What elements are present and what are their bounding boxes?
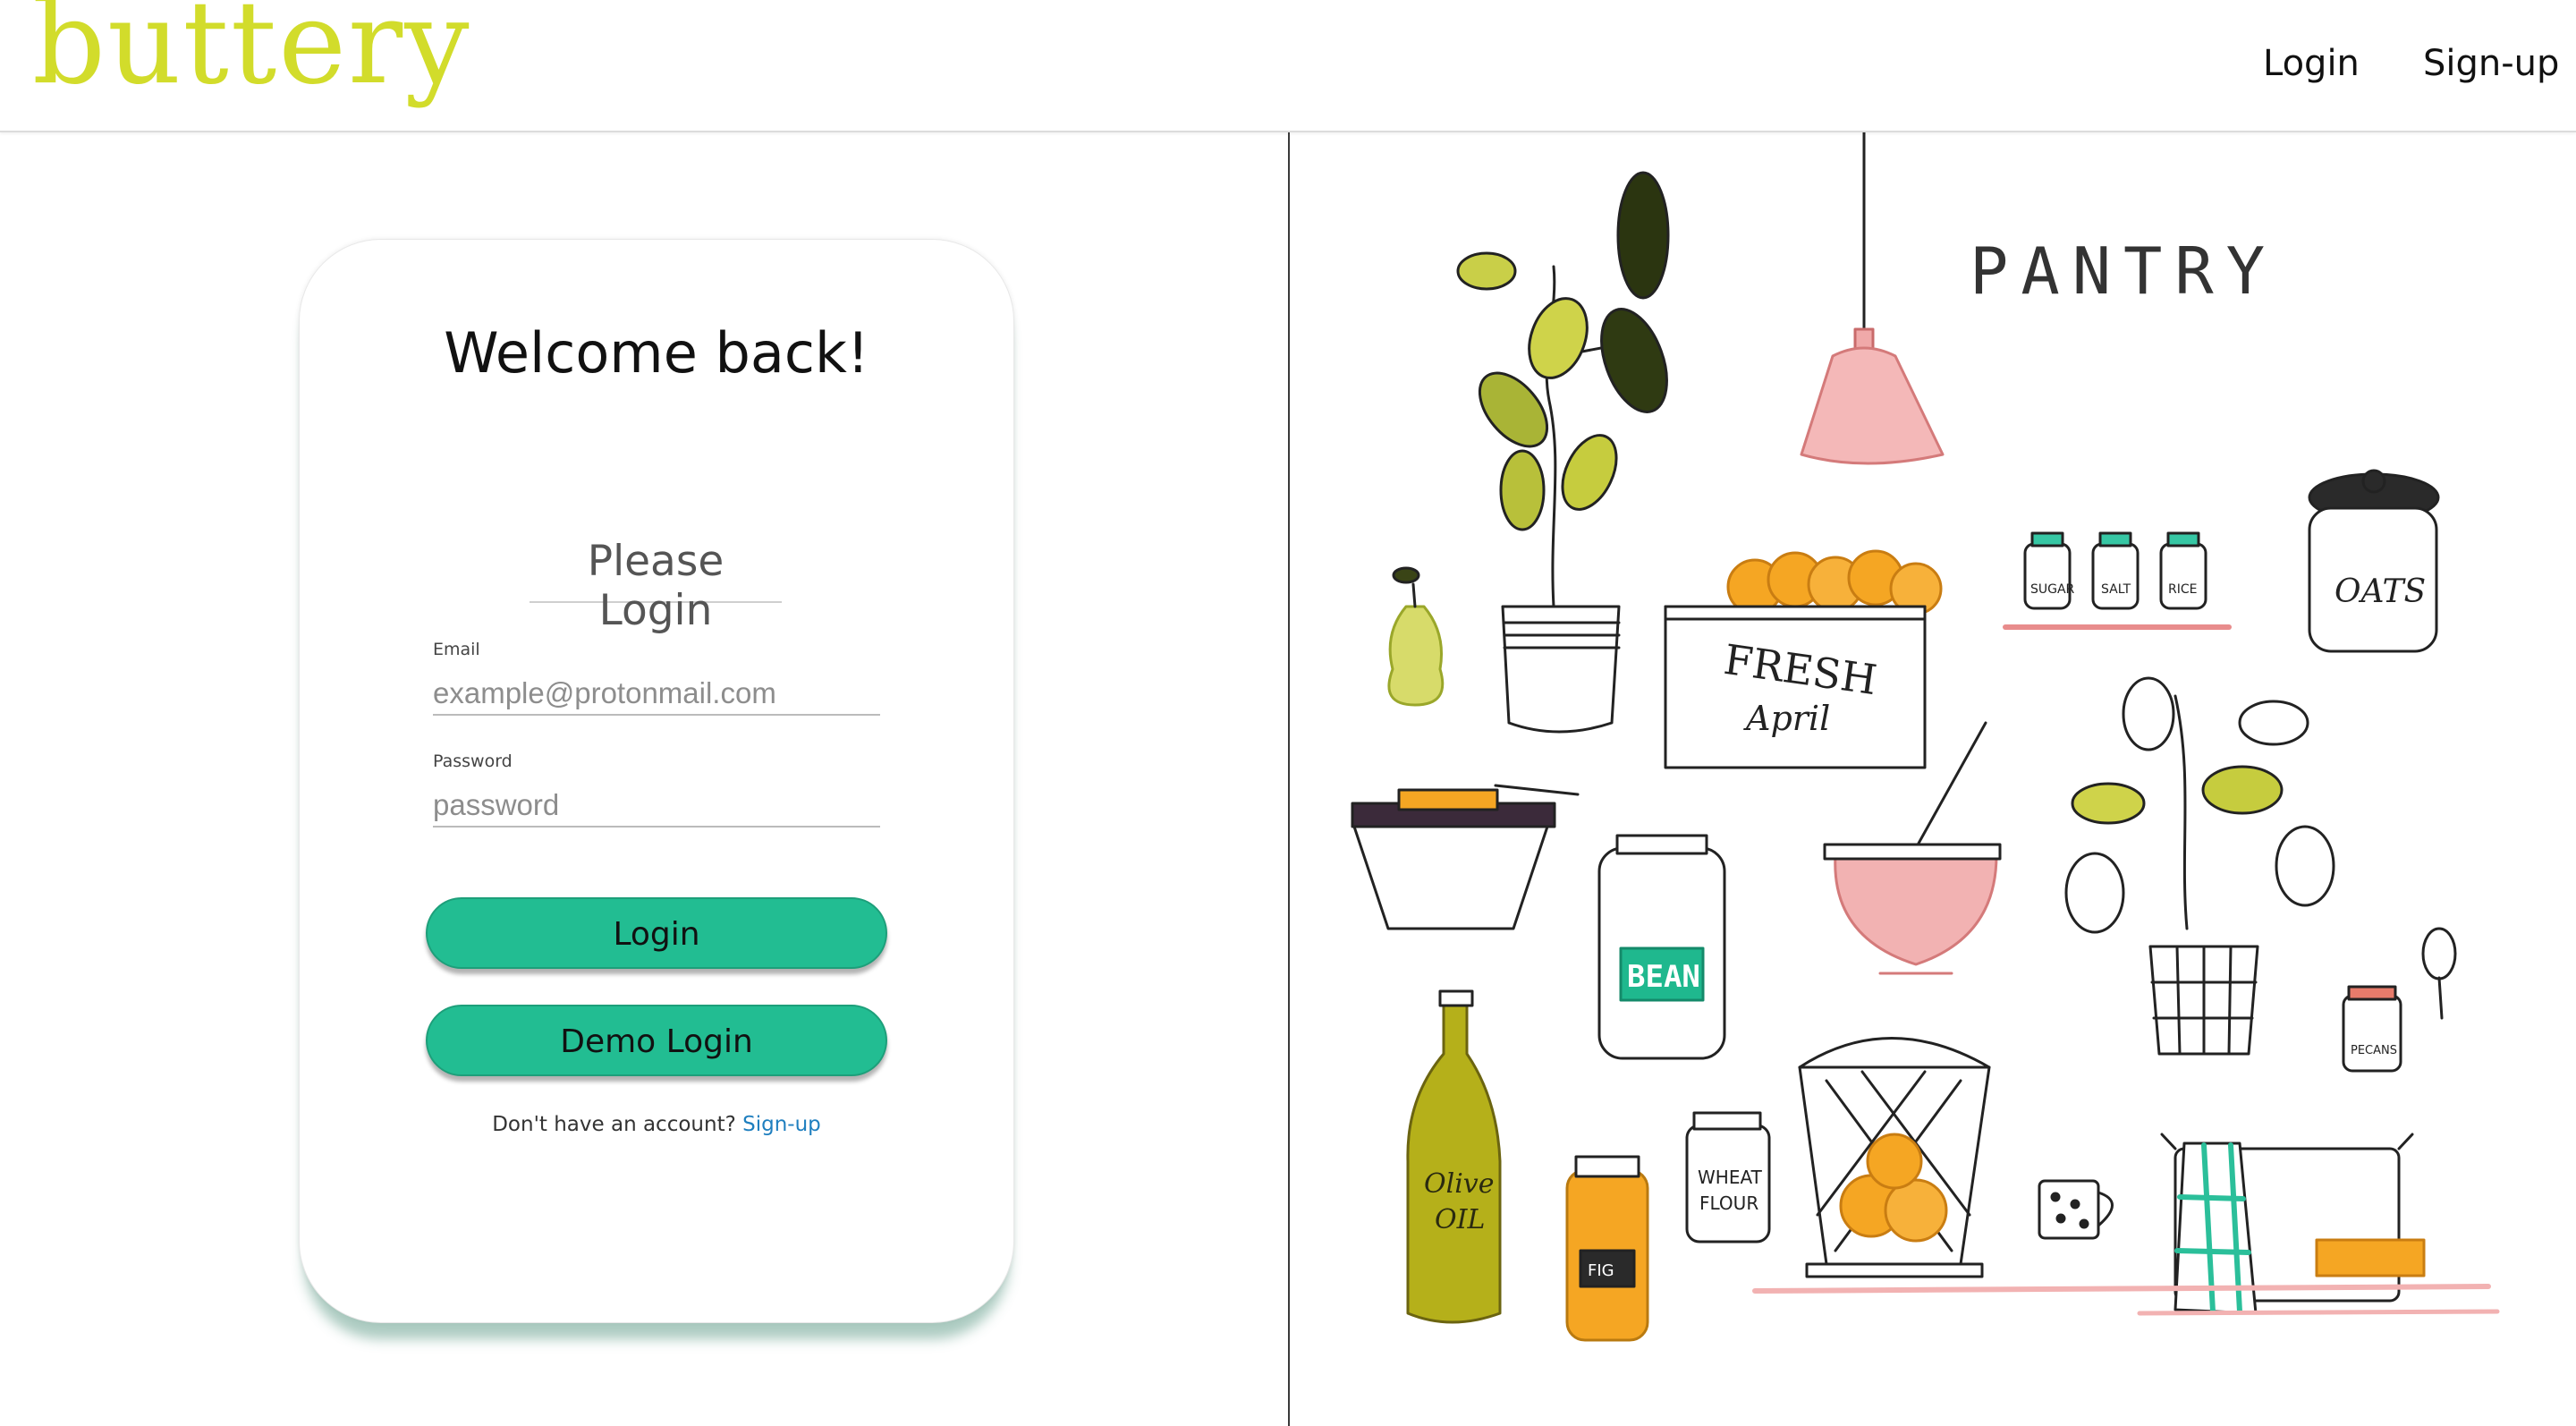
fresh-crate-icon: FRESH April [1664,549,1943,769]
pecans-jar-icon: PECANS [2342,985,2402,1073]
sugar-label: SUGAR [2030,582,2075,597]
crate-april-text: April [1743,699,1830,738]
nav-login-link[interactable]: Login [2263,43,2360,84]
wheat-label: WHEAT [1698,1167,1763,1188]
welcome-title: Welcome back! [444,320,869,386]
wire-basket-icon [1798,1037,1991,1278]
pantry-sign: PANTRY [1970,233,2277,309]
demo-login-button[interactable]: Demo Login [426,1005,887,1076]
oats-label: OATS [2334,573,2426,610]
password-label: Password [433,751,513,771]
signup-prompt-text: Don't have an account? [492,1113,736,1136]
buttery-logo[interactable]: buttery [32,0,471,110]
mug-icon [2038,1179,2114,1240]
olive-oil-bottle-icon: Olive OIL [1406,989,1502,1324]
bean-jar-icon: BEAN [1597,834,1726,1060]
spoon-icon [2421,927,2457,1020]
login-card [299,239,1014,1323]
email-label: Email [433,640,480,659]
pecans-label: PECANS [2351,1044,2397,1057]
rice-label: RICE [2168,582,2197,597]
pendant-lamp-icon [1800,132,1945,465]
orange-jar-icon: FIG [1565,1155,1649,1342]
subtitle-underline: Please Login [530,537,782,635]
pear-icon [1387,566,1445,707]
nav-signup-link[interactable]: Sign-up [2423,43,2559,84]
oil-label: OIL [1435,1204,1485,1235]
login-button[interactable]: Login [426,897,887,969]
signup-prompt: Don't have an account? Sign-up [0,1113,1313,1136]
oats-canister-icon: OATS [2308,469,2440,653]
password-field[interactable] [433,785,880,828]
potted-plant-icon [2064,676,2335,1056]
bean-label: BEAN [1627,959,1700,995]
email-field[interactable] [433,673,880,716]
olive-label: Olive [1424,1168,1495,1200]
fig-label: FIG [1588,1261,1614,1280]
pie-dish-icon [1351,784,1580,930]
flour-label: FLOUR [1699,1193,1758,1214]
please-login-subtitle: Please Login [587,537,724,635]
tall-plant-icon [1456,171,1670,734]
top-nav-bar: buttery Login Sign-up [0,0,2576,132]
signup-link[interactable]: Sign-up [742,1113,821,1136]
flour-jar-icon: WHEAT FLOUR [1685,1111,1771,1244]
salt-label: SALT [2101,582,2131,597]
pantry-illustration: PANTRY FRESH April SUGAR SALT RICE OATS … [1351,132,2500,1342]
spice-jars-icon: SUGAR SALT RICE [2003,531,2232,630]
